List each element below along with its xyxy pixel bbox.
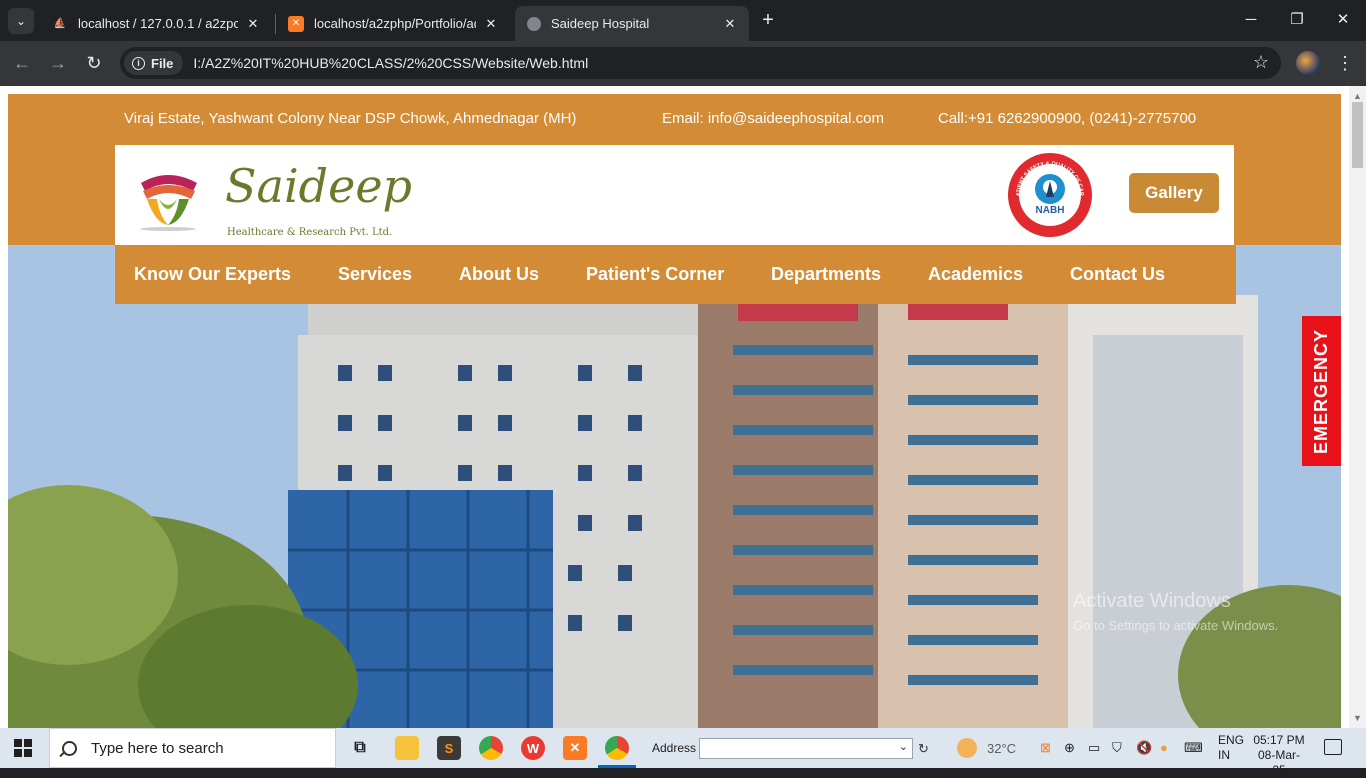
activate-windows-subtitle: Go to Settings to activate Windows. bbox=[1073, 618, 1279, 633]
language-region: IN bbox=[1218, 748, 1230, 762]
file-explorer-icon[interactable] bbox=[395, 736, 419, 760]
scroll-down-arrow-icon[interactable]: ▼ bbox=[1353, 713, 1362, 723]
back-arrow-icon[interactable]: ← bbox=[10, 52, 34, 74]
clock-date: 08-Mar-25 bbox=[1257, 748, 1300, 777]
contact-topbar: Viraj Estate, Yashwant Colony Near DSP C… bbox=[8, 94, 1341, 145]
topbar-address: Viraj Estate, Yashwant Colony Near DSP C… bbox=[124, 110, 577, 127]
nav-academics[interactable]: Academics bbox=[928, 264, 1023, 285]
hero-building-image: Know Our Experts Services About Us Patie… bbox=[8, 245, 1341, 728]
emergency-label: EMERGENCY bbox=[1311, 328, 1332, 454]
browser-tabstrip: ⌄ ⛵ localhost / 127.0.0.1 / a2zportfo ✕ … bbox=[0, 0, 1366, 41]
tab-saideep-hospital[interactable]: Saideep Hospital ✕ bbox=[515, 6, 749, 41]
scrollbar-thumb[interactable] bbox=[1352, 102, 1363, 168]
tab-title: localhost / 127.0.0.1 / a2zportfo bbox=[78, 16, 238, 31]
battery-icon[interactable]: ▭ bbox=[1088, 740, 1100, 756]
weather-temperature[interactable]: 32°C bbox=[987, 741, 1016, 756]
chrome-icon[interactable] bbox=[479, 736, 503, 760]
minimize-icon[interactable]: ─ bbox=[1228, 6, 1274, 34]
tab-title: localhost/a2zphp/Portfolio/adm bbox=[314, 16, 476, 31]
emergency-tab[interactable]: EMERGENCY bbox=[1302, 316, 1341, 466]
bookmark-star-icon[interactable]: ☆ bbox=[1253, 52, 1269, 73]
website: Viraj Estate, Yashwant Colony Near DSP C… bbox=[8, 94, 1341, 728]
volume-muted-icon[interactable]: 🔇 bbox=[1136, 740, 1152, 756]
hospital-building-picture bbox=[8, 245, 1341, 728]
more-menu-icon[interactable]: ⋮ bbox=[1336, 52, 1354, 74]
close-window-icon[interactable]: ✕ bbox=[1320, 6, 1366, 34]
close-tab-icon[interactable]: ✕ bbox=[244, 16, 262, 32]
network-globe-icon[interactable]: ⊕ bbox=[1064, 740, 1075, 756]
app-tray-icon[interactable]: ● bbox=[1160, 740, 1168, 755]
address-go-icon[interactable]: ↻ bbox=[915, 738, 932, 759]
topbar-phone[interactable]: Call:+91 6262900900, (0241)-2775700 bbox=[938, 110, 1196, 127]
new-tab-button[interactable]: + bbox=[758, 9, 778, 31]
gallery-button[interactable]: Gallery bbox=[1129, 173, 1219, 213]
tab-phpmyadmin[interactable]: ⛵ localhost / 127.0.0.1 / a2zportfo ✕ bbox=[40, 6, 272, 41]
search-placeholder: Type here to search bbox=[91, 739, 224, 757]
logo-tagline: Healthcare & Research Pvt. Ltd. bbox=[227, 227, 393, 238]
info-icon: i bbox=[132, 56, 145, 70]
sublime-text-icon[interactable]: S bbox=[437, 736, 461, 760]
chevron-down-icon[interactable]: ⌄ bbox=[899, 740, 908, 753]
task-view-icon[interactable]: ⧉ bbox=[348, 736, 372, 760]
input-language[interactable]: ENG IN bbox=[1218, 733, 1244, 763]
close-tab-icon[interactable]: ✕ bbox=[721, 16, 739, 32]
scroll-up-arrow-icon[interactable]: ▲ bbox=[1353, 91, 1362, 101]
security-shield-icon[interactable]: ⛉ bbox=[1112, 740, 1122, 756]
phpmyadmin-icon: ⛵ bbox=[53, 18, 67, 29]
saideep-logo-icon[interactable] bbox=[135, 167, 201, 233]
topbar-email[interactable]: Email: info@saideephospital.com bbox=[662, 110, 884, 127]
nav-departments[interactable]: Departments bbox=[771, 264, 881, 285]
system-clock[interactable]: 05:17 PM 08-Mar-25 bbox=[1252, 733, 1306, 778]
xampp-icon[interactable]: ✕ bbox=[563, 736, 587, 760]
nav-contact-us[interactable]: Contact Us bbox=[1070, 264, 1165, 285]
nav-know-our-experts[interactable]: Know Our Experts bbox=[134, 264, 291, 285]
xampp-icon: ✕ bbox=[288, 15, 304, 32]
header-panel: Saideep Healthcare & Research Pvt. Ltd. … bbox=[115, 145, 1234, 245]
tab-title: Saideep Hospital bbox=[551, 16, 650, 31]
nabh-accreditation-badge: PATIENT SAFETY & QUALITY OF CARE ACCREDI… bbox=[1006, 151, 1092, 237]
notification-icon[interactable] bbox=[1324, 739, 1342, 755]
forward-arrow-icon[interactable]: → bbox=[46, 52, 70, 74]
nav-about-us[interactable]: About Us bbox=[459, 264, 539, 285]
restore-icon[interactable]: ❐ bbox=[1274, 6, 1320, 34]
reload-icon[interactable]: ↻ bbox=[82, 52, 106, 74]
browser-toolbar: ← → ↻ i File I:/A2Z%20IT%20HUB%20CLASS/2… bbox=[0, 41, 1366, 86]
keyboard-icon[interactable]: ⌨ bbox=[1184, 740, 1203, 756]
badge-center-text: NABH bbox=[1036, 205, 1065, 216]
close-tab-icon[interactable]: ✕ bbox=[482, 16, 500, 32]
clock-time: 05:17 PM bbox=[1253, 733, 1305, 747]
logo-name[interactable]: Saideep bbox=[225, 159, 412, 213]
language-code: ENG bbox=[1218, 733, 1245, 747]
site-header: Saideep Healthcare & Research Pvt. Ltd. … bbox=[8, 145, 1341, 245]
address-toolbar-label: Address bbox=[652, 741, 697, 755]
address-bar[interactable]: i File I:/A2Z%20IT%20HUB%20CLASS/2%20CSS… bbox=[120, 47, 1281, 79]
profile-avatar[interactable] bbox=[1296, 51, 1320, 75]
tab-search-chevron-icon[interactable]: ⌄ bbox=[8, 8, 34, 34]
address-toolbar-input[interactable]: ⌄ bbox=[699, 738, 913, 759]
activate-windows-title: Activate Windows bbox=[1073, 590, 1231, 612]
wps-office-icon[interactable]: W bbox=[521, 736, 545, 760]
globe-icon bbox=[527, 16, 541, 31]
weather-icon[interactable] bbox=[957, 738, 977, 758]
search-icon bbox=[62, 740, 77, 756]
page-viewport: Viraj Estate, Yashwant Colony Near DSP C… bbox=[0, 86, 1366, 728]
vertical-scrollbar[interactable]: ▲ ▼ bbox=[1349, 86, 1366, 728]
scheme-label: File bbox=[151, 55, 174, 71]
tab-portfolio-admin[interactable]: ✕ localhost/a2zphp/Portfolio/adm ✕ bbox=[276, 6, 510, 41]
main-navbar: Know Our Experts Services About Us Patie… bbox=[115, 245, 1236, 304]
url-text[interactable]: I:/A2Z%20IT%20HUB%20CLASS/2%20CSS/Websit… bbox=[193, 55, 588, 71]
windows-taskbar: Type here to search ⧉ S W ✕ Address ⌄ ↻ … bbox=[0, 728, 1366, 777]
site-info-chip[interactable]: i File bbox=[124, 51, 184, 75]
taskbar-search-box[interactable]: Type here to search bbox=[49, 728, 336, 768]
windows-start-icon[interactable] bbox=[14, 739, 32, 757]
nav-services[interactable]: Services bbox=[338, 264, 412, 285]
nav-patients-corner[interactable]: Patient's Corner bbox=[586, 264, 724, 285]
chrome-profile-icon[interactable] bbox=[605, 736, 629, 760]
xampp-tray-icon[interactable]: ⊠ bbox=[1040, 740, 1051, 756]
